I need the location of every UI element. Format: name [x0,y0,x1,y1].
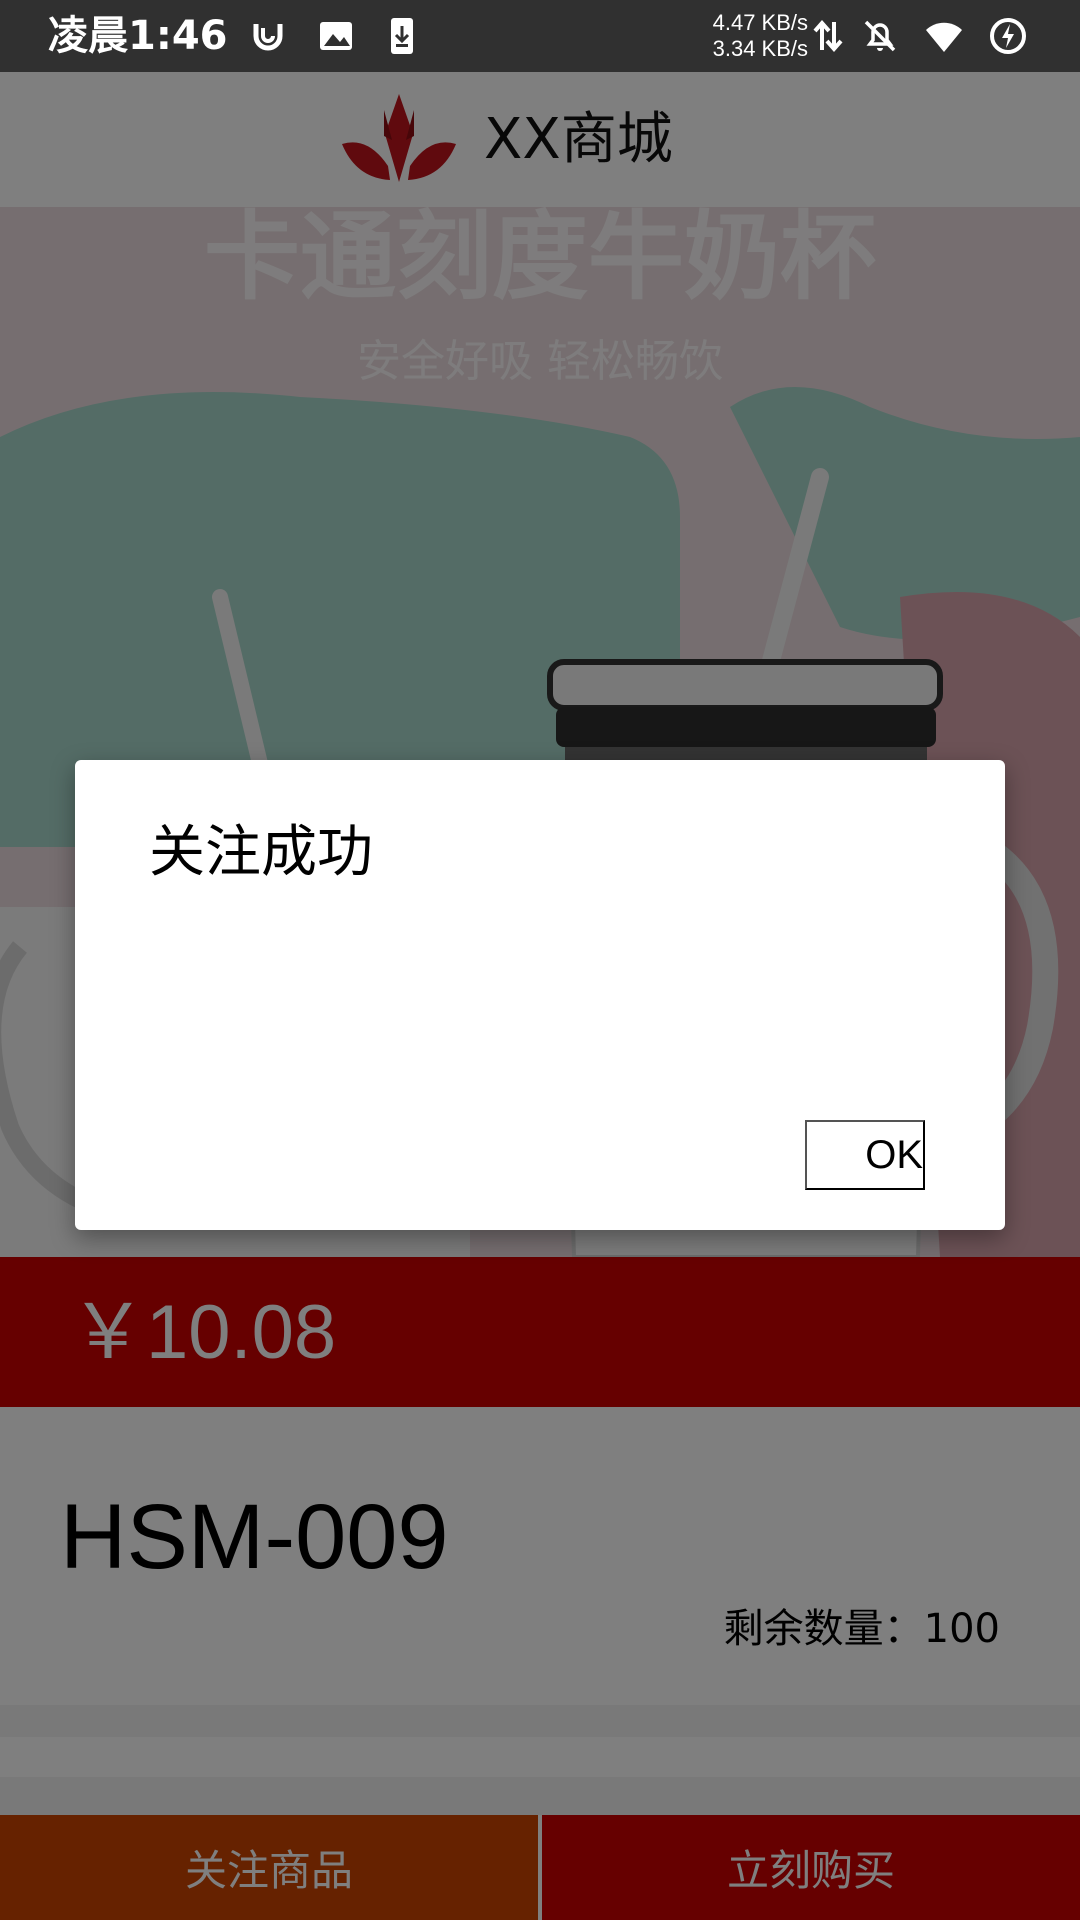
battery-charging-icon [990,18,1026,54]
upload-speed: 4.47 KB/s [712,10,808,35]
download-icon [391,18,413,54]
download-speed: 3.34 KB/s [712,36,808,61]
status-time: 凌晨1:46 [48,13,228,59]
dialog-title: 关注成功 [149,820,373,885]
status-bar: 凌晨1:46 4.47 KB/s 3.34 KB/s [0,0,1080,72]
gallery-icon [320,22,352,50]
network-speed: 4.47 KB/s 3.34 KB/s [700,10,808,62]
follow-success-dialog: 关注成功 OK [75,760,1005,1230]
wifi-icon [926,22,962,52]
bell-off-icon [864,20,896,52]
notification-app-icon [253,24,283,51]
ok-button[interactable]: OK [805,1120,925,1190]
data-transfer-icon [813,19,843,53]
